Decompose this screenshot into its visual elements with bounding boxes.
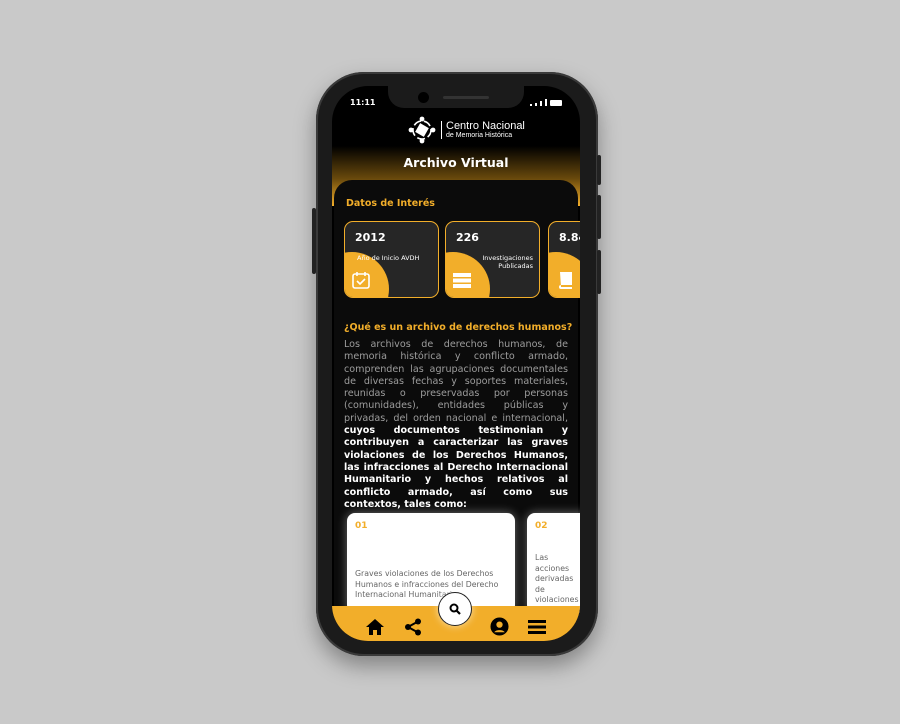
search-button[interactable] (438, 592, 472, 626)
status-icons (530, 99, 562, 106)
about-text-regular: Los archivos de derechos humanos, de mem… (344, 339, 568, 424)
server-stack-icon (453, 273, 471, 288)
item-text: Graves violaciones de los Derechos Human… (355, 569, 499, 599)
stat-card[interactable]: 2012 Año de Inicio AVDH (344, 221, 439, 298)
stat-value: 226 (456, 231, 479, 244)
item-card[interactable]: 01 Graves violaciones de los Derechos Hu… (347, 513, 515, 613)
item-card[interactable]: 02 Las acciones derivadas de violaciones… (527, 513, 580, 625)
about-text-bold: cuyos documentos testimonian y contribuy… (344, 425, 568, 510)
side-button (597, 195, 601, 239)
search-icon (449, 603, 461, 615)
stat-value: 8.84 (559, 231, 580, 244)
logo-line2: de Memoria Histórica (446, 132, 513, 139)
side-button (597, 155, 601, 185)
volume-button (312, 208, 316, 274)
stat-label: Año de Inicio AVDH (357, 254, 420, 262)
menu-icon[interactable] (527, 617, 547, 637)
datos-heading: Datos de Interés (346, 198, 435, 209)
item-number: 02 (535, 521, 548, 531)
about-heading: ¿Qué es un archivo de derechos humanos? (344, 322, 573, 333)
share-icon[interactable] (403, 617, 423, 637)
book-icon (559, 272, 572, 289)
about-text: Los archivos de derechos humanos, de mem… (344, 339, 568, 511)
calendar-check-icon (352, 272, 370, 289)
logo-line1: Centro Nacional (446, 120, 525, 132)
status-time: 11:11 (350, 98, 376, 107)
notch (388, 86, 524, 108)
logo-icon (408, 116, 436, 144)
home-icon[interactable] (365, 617, 385, 637)
item-number: 01 (355, 521, 368, 531)
app-screen: 11:11 Centro Nacional de Memoria Históric… (332, 86, 580, 641)
stat-card[interactable]: 8.84 (548, 221, 580, 298)
stat-label: Investigaciones Publicadas (482, 254, 533, 270)
stat-value: 2012 (355, 231, 386, 244)
battery-icon (550, 100, 562, 106)
profile-icon[interactable] (489, 617, 509, 637)
side-button (597, 250, 601, 294)
stat-card[interactable]: 226 Investigaciones Publicadas (445, 221, 540, 298)
page-title: Archivo Virtual (403, 155, 509, 170)
logo: Centro Nacional de Memoria Histórica (408, 116, 525, 144)
